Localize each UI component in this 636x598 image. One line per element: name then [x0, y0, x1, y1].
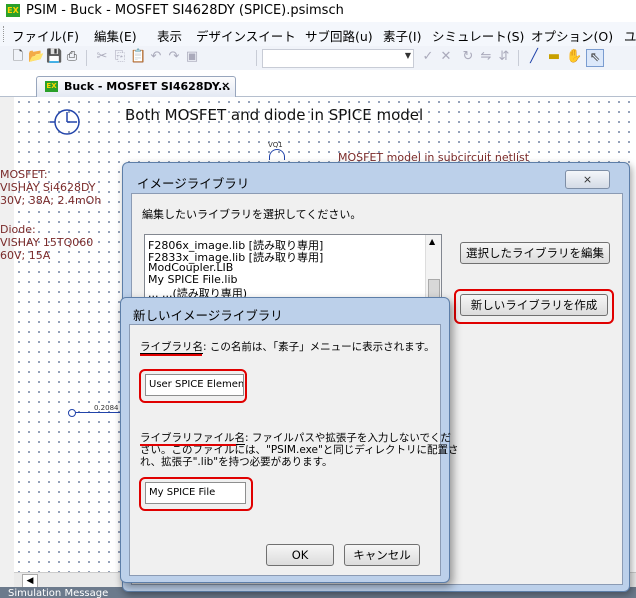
cancel-button[interactable]: キャンセル [344, 544, 420, 566]
undo-icon[interactable]: ↶ [148, 49, 164, 65]
element-combo[interactable]: ▼ [262, 49, 414, 68]
create-new-library-button[interactable]: 新しいライブラリを作成 [460, 294, 608, 316]
library-name-description: : この名前は、「素子」メニューに表示されます。 [203, 341, 435, 353]
save-icon[interactable]: 💾 [46, 49, 62, 65]
cut-icon[interactable]: ✂ [94, 49, 110, 65]
diode-label: Diode: VISHAY 15TQ060 60V; 15A [0, 223, 94, 262]
psim-app-icon: EX [6, 4, 20, 17]
new-file-icon[interactable]: 🗋 [10, 49, 26, 65]
red-underline [140, 354, 202, 356]
edit-selected-library-button[interactable]: 選択したライブラリを編集 [460, 242, 610, 264]
wire-icon[interactable]: ╱ [526, 49, 542, 65]
close-tab-icon[interactable]: × [221, 79, 230, 92]
library-name-line: ライブラリ名: この名前は、「素子」メニューに表示されます。 [140, 339, 435, 354]
probe-value-label: 0.2084 [94, 404, 119, 412]
chevron-down-icon: ▼ [404, 51, 411, 60]
label-icon[interactable]: ▬ [546, 49, 562, 65]
title-bar: EX PSIM - Buck - MOSFET SI4628DY (SPICE)… [0, 0, 636, 22]
library-file-description: ライブラリファイル名: ファイルパスや拡張子を入力しないでくだ さい。このファイ… [140, 432, 459, 468]
library-file-name-input[interactable]: My SPICE File [145, 482, 246, 504]
library-name-input[interactable]: User SPICE Element [145, 374, 244, 396]
menu-simulate[interactable]: シミュレート(S) [432, 26, 524, 45]
cross-icon[interactable]: ✕ [438, 49, 454, 65]
scroll-up-icon[interactable]: ▲ [429, 237, 435, 246]
close-icon[interactable]: ⨯ [565, 170, 610, 189]
menu-grip [3, 26, 6, 42]
select-library-instruction: 編集したいライブラリを選択してください。 [142, 208, 362, 221]
clock-icon [50, 109, 80, 135]
copy-icon[interactable]: ⎘ [112, 49, 128, 65]
print-icon[interactable]: ⎙ [64, 49, 80, 65]
properties-icon[interactable]: ▣ [184, 49, 200, 65]
toolbar-separator [256, 50, 257, 66]
mosfet-label: MOSFET: VISHAY Si4628DY 30V; 38A; 2.4mOh [0, 168, 102, 207]
check-icon[interactable]: ✓ [420, 49, 436, 65]
open-folder-icon[interactable]: 📂 [28, 49, 44, 65]
menu-subcircuit[interactable]: サブ回路(u) [305, 26, 373, 45]
menu-elements[interactable]: 素子(I) [383, 26, 421, 45]
schematic-heading: Both MOSFET and diode in SPICE model [125, 106, 424, 124]
menu-utilities[interactable]: ユ [624, 26, 636, 45]
paste-icon[interactable]: 📋 [130, 49, 146, 65]
redo-icon[interactable]: ↷ [166, 49, 182, 65]
library-list[interactable]: F2806x_image.lib [読み取り専用] F2833x_image.l… [144, 234, 442, 306]
toolbar-separator [86, 50, 87, 66]
schematic-icon: EX [45, 81, 58, 92]
rotate-icon[interactable]: ↻ [460, 49, 476, 65]
menu-options[interactable]: オプション(O) [531, 26, 613, 45]
toolbar-separator [518, 50, 519, 66]
new-library-dialog-title: 新しいイメージライブラリ [133, 308, 283, 323]
image-library-dialog-title: イメージライブラリ [137, 176, 250, 191]
probe-symbol [269, 149, 285, 160]
select-arrow-icon[interactable]: ⇖ [586, 49, 604, 67]
menu-edit[interactable]: 編集(E) [94, 26, 137, 45]
node-terminal [68, 409, 76, 417]
menu-design-suite[interactable]: デザインスイート [196, 26, 296, 45]
document-tab[interactable]: EX Buck - MOSFET SI4628DY... × [36, 76, 236, 97]
flip-h-icon[interactable]: ⇋ [478, 49, 494, 65]
document-tab-label: Buck - MOSFET SI4628DY... [64, 80, 231, 93]
library-name-label: ライブラリ名 [140, 341, 203, 354]
menu-bar: ファイル(F) 編集(E) 表示 デザインスイート サブ回路(u) 素子(I) … [0, 22, 636, 47]
vq1-label: VQ1 [268, 141, 283, 149]
menu-file[interactable]: ファイル(F) [12, 26, 79, 45]
list-scrollbar[interactable]: ▲ [425, 235, 441, 305]
pan-hand-icon[interactable]: ✋ [566, 49, 582, 65]
flip-v-icon[interactable]: ⇵ [496, 49, 512, 65]
ok-button[interactable]: OK [266, 544, 334, 566]
menu-view[interactable]: 表示 [157, 26, 182, 45]
new-library-dialog-body: ライブラリ名: この名前は、「素子」メニューに表示されます。 User SPIC… [129, 324, 459, 576]
toolbar: 🗋 📂 💾 ⎙ ✂ ⎘ 📋 ↶ ↷ ▣ ▼ ✓ ✕ ↻ ⇋ ⇵ ╱ ▬ ✋ ⇖ [0, 46, 636, 71]
window-title: PSIM - Buck - MOSFET SI4628DY (SPICE).ps… [26, 3, 344, 18]
red-underline [140, 444, 236, 446]
new-image-library-dialog: 新しいイメージライブラリ ライブラリ名: この名前は、「素子」メニューに表示され… [120, 297, 459, 583]
